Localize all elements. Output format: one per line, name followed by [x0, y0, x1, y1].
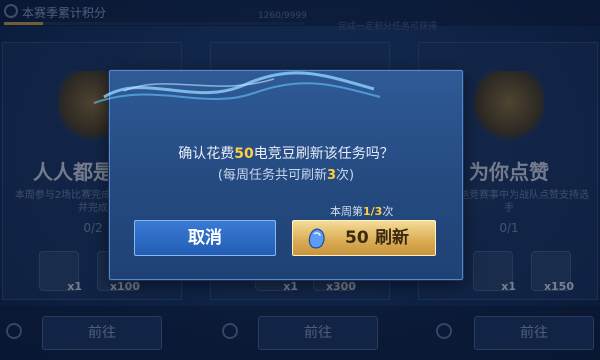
refresh-cost: 50 — [345, 228, 369, 248]
refresh-label: 刷新 — [375, 228, 409, 248]
confirm-message: 确认花费50电竞豆刷新该任务吗？ — [178, 146, 394, 162]
bean-icon — [308, 228, 325, 249]
refresh-confirm-dialog: 确认花费50电竞豆刷新该任务吗？ (每周任务共可刷新3次) 本周第1/3次 取消… — [93, 70, 463, 280]
cancel-button[interactable]: 取消 — [134, 220, 276, 256]
weekly-refresh-count: 本周第1/3次 — [330, 205, 394, 218]
swirl-ornament-icon — [93, 71, 381, 104]
refresh-limit-note: (每周任务共可刷新3次) — [217, 168, 355, 183]
refresh-button[interactable]: 50 刷新 — [292, 220, 436, 256]
